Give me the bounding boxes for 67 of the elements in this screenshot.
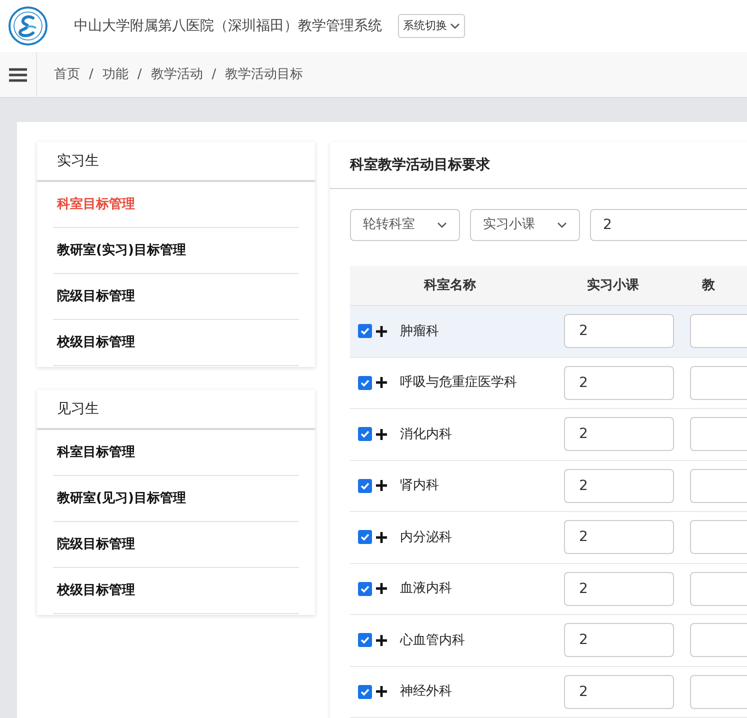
- card-title: 科室教学活动目标要求: [350, 156, 490, 174]
- sidebar-item[interactable]: 院级目标管理: [57, 286, 135, 306]
- table-row[interactable]: 肾内科 2: [350, 460, 747, 512]
- column-header: 科室名称: [422, 276, 477, 295]
- department-name: 神经外科: [400, 683, 453, 701]
- department-name: 肿瘤科: [400, 322, 440, 340]
- type-select[interactable]: 实习小课: [470, 209, 580, 241]
- checkbox[interactable]: [358, 478, 372, 493]
- department-name: 血液内科: [400, 580, 453, 598]
- breadcrumb-link[interactable]: 首页: [54, 64, 80, 84]
- plus-icon[interactable]: [376, 634, 387, 646]
- sidebar-group-title: 见习生: [57, 400, 99, 418]
- value-input[interactable]: 2: [564, 417, 674, 452]
- breadcrumb-separator: /: [89, 66, 94, 84]
- sidebar-item[interactable]: 科室目标管理: [57, 194, 135, 214]
- department-name: 消化内科: [400, 426, 453, 444]
- plus-icon[interactable]: [376, 686, 387, 698]
- plus-icon[interactable]: [376, 532, 387, 543]
- sidebar-item[interactable]: 校级目标管理: [57, 580, 135, 600]
- value-input[interactable]: 2: [564, 572, 674, 606]
- plus-icon[interactable]: [376, 377, 387, 388]
- breadcrumb-separator: /: [212, 66, 216, 84]
- sidebar-item[interactable]: 科室目标管理: [57, 442, 135, 462]
- checkbox[interactable]: [358, 684, 372, 699]
- breadcrumb-link[interactable]: 功能: [102, 64, 128, 84]
- value-input[interactable]: 2: [564, 674, 674, 709]
- sidebar-item[interactable]: 教研室(实习)目标管理: [57, 240, 186, 260]
- breadcrumb-link[interactable]: 教学活动: [150, 64, 203, 84]
- department-name: 内分泌科: [400, 528, 453, 546]
- sidebar-item[interactable]: 校级目标管理: [57, 332, 135, 352]
- breadcrumb-link[interactable]: 教学活动目标: [225, 64, 304, 84]
- value-input[interactable]: 2: [564, 366, 674, 400]
- value-input[interactable]: 2: [564, 314, 674, 348]
- checkbox[interactable]: [358, 530, 372, 544]
- department-name: 肾内科: [400, 477, 440, 495]
- plus-icon[interactable]: [376, 428, 387, 440]
- chevron-down-icon: [557, 222, 567, 228]
- value-input[interactable]: 2: [564, 520, 674, 554]
- system-title: 中山大学附属第八医院（深圳福田）教学管理系统: [74, 16, 382, 36]
- value-input[interactable]: 2: [564, 468, 674, 503]
- sidebar-group-title: 实习生: [57, 152, 99, 170]
- table-row[interactable]: 呼吸与危重症医学科 2: [350, 358, 747, 409]
- checkbox[interactable]: [358, 376, 372, 390]
- table-row[interactable]: 神经外科 2: [350, 666, 747, 718]
- checkbox[interactable]: [358, 633, 372, 648]
- sidebar-item[interactable]: 院级目标管理: [57, 534, 135, 554]
- checkbox[interactable]: [358, 582, 372, 596]
- plus-icon[interactable]: [376, 480, 387, 492]
- breadcrumb-separator: /: [137, 66, 142, 84]
- checkbox[interactable]: [358, 324, 372, 338]
- column-header: 教: [702, 276, 715, 295]
- value-input[interactable]: 2: [564, 623, 674, 658]
- department-name: 呼吸与危重症医学科: [400, 374, 518, 392]
- value-input[interactable]: 2: [590, 209, 747, 241]
- system-switch-button[interactable]: 系统切换: [398, 14, 465, 38]
- table-row[interactable]: 血液内科 2: [350, 564, 747, 615]
- department-select[interactable]: 轮转科室: [350, 209, 460, 241]
- chevron-down-icon: [437, 222, 447, 228]
- department-name: 心血管内科: [400, 632, 466, 650]
- column-header: 实习小课: [586, 276, 640, 295]
- plus-icon[interactable]: [376, 583, 387, 594]
- sidebar-item[interactable]: 教研室(见习)目标管理: [57, 488, 186, 508]
- checkbox[interactable]: [358, 427, 372, 442]
- caret-icon: [450, 22, 460, 30]
- plus-icon[interactable]: [376, 326, 387, 337]
- table-row[interactable]: 肿瘤科 2: [350, 306, 747, 358]
- logo-icon: [8, 6, 48, 46]
